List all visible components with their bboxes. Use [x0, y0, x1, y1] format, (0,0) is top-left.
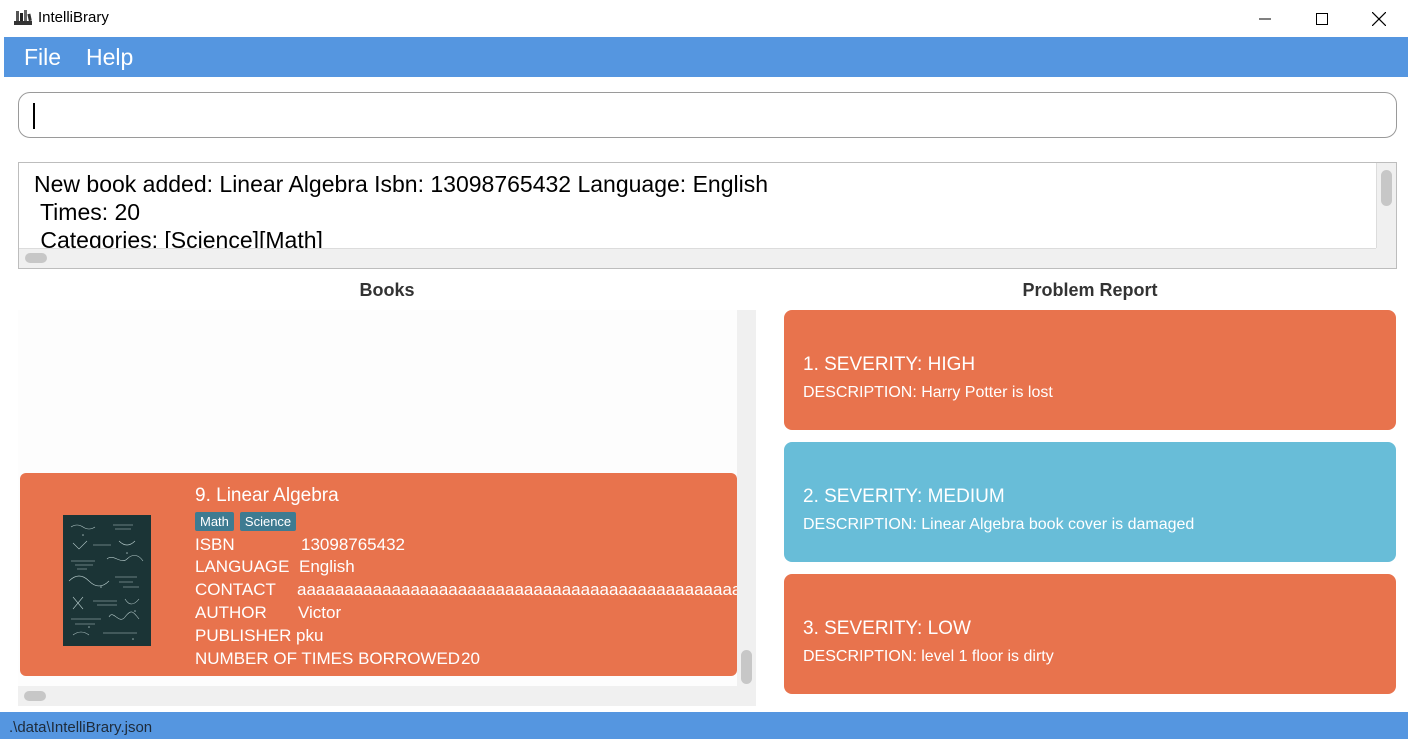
report-description: DESCRIPTION: Linear Algebra book cover i… — [803, 516, 1195, 533]
book-title: 9. Linear Algebra — [195, 485, 339, 506]
close-icon — [1372, 11, 1386, 26]
result-text: New book added: Linear Algebra Isbn: 130… — [34, 170, 768, 254]
result-line: Times: 20 — [34, 199, 141, 225]
close-button[interactable] — [1350, 0, 1408, 37]
menu-file[interactable]: File — [24, 44, 61, 71]
isbn-field: ISBN 13098765432 — [195, 535, 405, 555]
scroll-corner — [1376, 248, 1396, 268]
isbn-label: ISBN — [195, 535, 235, 554]
problem-report-card[interactable]: 1. SEVERITY: HIGH DESCRIPTION: Harry Pot… — [784, 310, 1396, 430]
book-card[interactable]: 9. Linear Algebra Math Science ISBN 1309… — [20, 473, 737, 676]
report-description: DESCRIPTION: Harry Potter is lost — [803, 384, 1053, 401]
times-borrowed-value: 20 — [461, 649, 480, 668]
report-severity: 3. SEVERITY: LOW — [803, 618, 971, 639]
scroll-thumb[interactable] — [24, 691, 46, 701]
publisher-label: PUBLISHER — [195, 626, 292, 645]
command-input[interactable] — [18, 92, 1397, 138]
problem-report-panel-title: Problem Report — [1022, 280, 1158, 300]
minimize-button[interactable] — [1236, 0, 1294, 37]
author-value: Victor — [298, 603, 342, 622]
scroll-thumb[interactable] — [741, 650, 752, 684]
contact-value: aaaaaaaaaaaaaaaaaaaaaaaaaaaaaaaaaaaaaaaa… — [297, 580, 737, 599]
contact-field: CONTACT aaaaaaaaaaaaaaaaaaaaaaaaaaaaaaaa… — [195, 580, 737, 600]
language-value: English — [299, 557, 355, 576]
result-display[interactable]: New book added: Linear Algebra Isbn: 130… — [18, 162, 1397, 269]
report-severity: 2. SEVERITY: MEDIUM — [803, 486, 1005, 507]
times-borrowed-field: NUMBER OF TIMES BORROWED 20 — [195, 649, 480, 669]
app-book-icon — [14, 10, 32, 25]
language-label: LANGUAGE — [195, 557, 290, 576]
book-tags: Math Science — [195, 512, 297, 531]
author-label: AUTHOR — [195, 603, 267, 622]
author-field: AUTHOR Victor — [195, 603, 341, 623]
minimize-icon — [1259, 18, 1271, 19]
scroll-thumb[interactable] — [1381, 170, 1392, 206]
report-description: DESCRIPTION: level 1 floor is dirty — [803, 648, 1054, 665]
maximize-button[interactable] — [1293, 0, 1351, 37]
book-list-vertical-scrollbar[interactable] — [737, 310, 756, 686]
scroll-thumb[interactable] — [25, 253, 47, 263]
report-severity: 1. SEVERITY: HIGH — [803, 354, 976, 375]
problem-report-card[interactable]: 3. SEVERITY: LOW DESCRIPTION: level 1 fl… — [784, 574, 1396, 694]
title-bar: IntelliBrary — [0, 0, 1408, 37]
isbn-value: 13098765432 — [301, 535, 406, 554]
problem-report-card[interactable]: 2. SEVERITY: MEDIUM DESCRIPTION: Linear … — [784, 442, 1396, 562]
book-list-horizontal-scrollbar[interactable] — [18, 686, 737, 706]
tag-science: Science — [239, 512, 297, 531]
language-field: LANGUAGE English — [195, 557, 355, 577]
publisher-field: PUBLISHER pku — [195, 626, 323, 646]
menu-bar: File Help — [4, 37, 1408, 77]
contact-label: CONTACT — [195, 580, 276, 599]
result-horizontal-scrollbar[interactable] — [19, 248, 1377, 268]
result-vertical-scrollbar[interactable] — [1376, 163, 1396, 249]
book-list[interactable]: 9. Linear Algebra Math Science ISBN 1309… — [18, 310, 756, 706]
maximize-icon — [1316, 12, 1328, 25]
text-caret — [33, 103, 35, 129]
books-panel-title: Books — [359, 280, 415, 300]
publisher-value: pku — [296, 626, 324, 645]
save-location: .\data\IntelliBrary.json — [9, 719, 153, 736]
result-line: New book added: Linear Algebra Isbn: 130… — [34, 171, 769, 197]
tag-math: Math — [195, 512, 234, 531]
status-bar: .\data\IntelliBrary.json — [0, 712, 1408, 739]
book-cover-image — [63, 515, 151, 646]
window-title: IntelliBrary — [38, 9, 109, 26]
app-window: IntelliBrary File Help New book added: L… — [0, 0, 1408, 739]
menu-help[interactable]: Help — [86, 44, 133, 71]
times-borrowed-label: NUMBER OF TIMES BORROWED — [195, 649, 461, 668]
scroll-corner — [737, 686, 756, 706]
